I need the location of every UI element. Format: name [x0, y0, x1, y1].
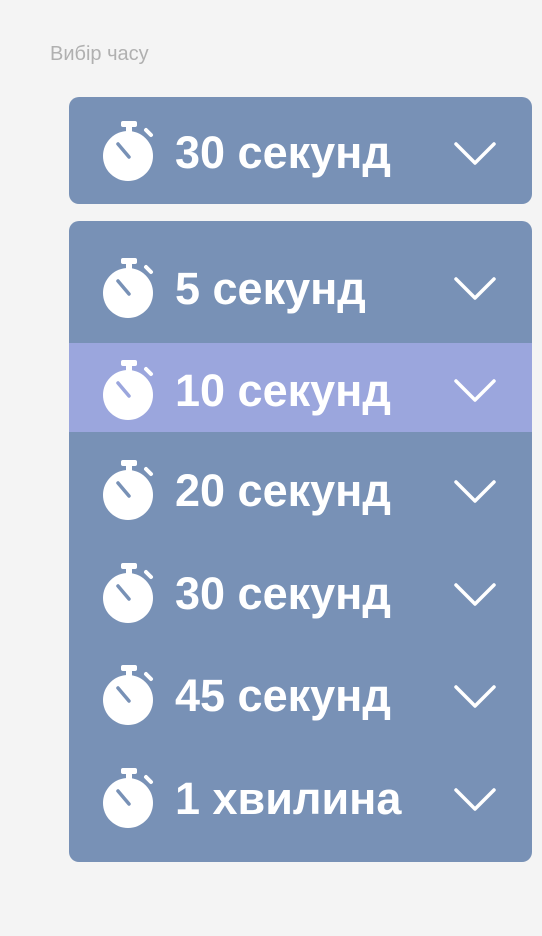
option-label: 20 секунд: [175, 465, 391, 516]
option-label: 45 секунд: [175, 670, 391, 721]
option-label: 1 хвилина: [175, 773, 402, 824]
time-selection-caption: Вибір часу: [50, 43, 149, 65]
chevron-down-icon: [454, 583, 496, 606]
option-45-seconds[interactable]: 45 секунд: [69, 652, 532, 742]
chevron-down-icon: [454, 685, 496, 708]
chevron-down-icon: [454, 277, 496, 300]
time-select[interactable]: 30 секунд: [69, 97, 532, 204]
chevron-down-icon: [454, 480, 496, 503]
stopwatch-icon: [103, 768, 153, 828]
chevron-down-icon: [454, 379, 496, 402]
option-5-seconds[interactable]: 5 секунд: [69, 241, 532, 331]
option-label: 30 секунд: [175, 568, 391, 619]
selected-time-value: 30 секунд: [175, 127, 391, 178]
stopwatch-icon: [103, 665, 153, 725]
option-label: 10 секунд: [175, 365, 391, 416]
chevron-down-icon: [454, 142, 496, 165]
option-10-seconds[interactable]: 10 секунд: [69, 343, 532, 432]
option-20-seconds[interactable]: 20 секунд: [69, 447, 532, 537]
time-options-list: 5 секунд 10 секунд 20 секунд 30 секунд 4…: [69, 221, 532, 862]
stopwatch-icon: [103, 460, 153, 520]
stopwatch-icon: [103, 121, 153, 181]
chevron-down-icon: [454, 788, 496, 811]
stopwatch-icon: [103, 563, 153, 623]
stopwatch-icon: [103, 360, 153, 420]
option-30-seconds[interactable]: 30 секунд: [69, 550, 532, 640]
option-label: 5 секунд: [175, 263, 366, 314]
stopwatch-icon: [103, 258, 153, 318]
option-1-minute[interactable]: 1 хвилина: [69, 755, 532, 845]
